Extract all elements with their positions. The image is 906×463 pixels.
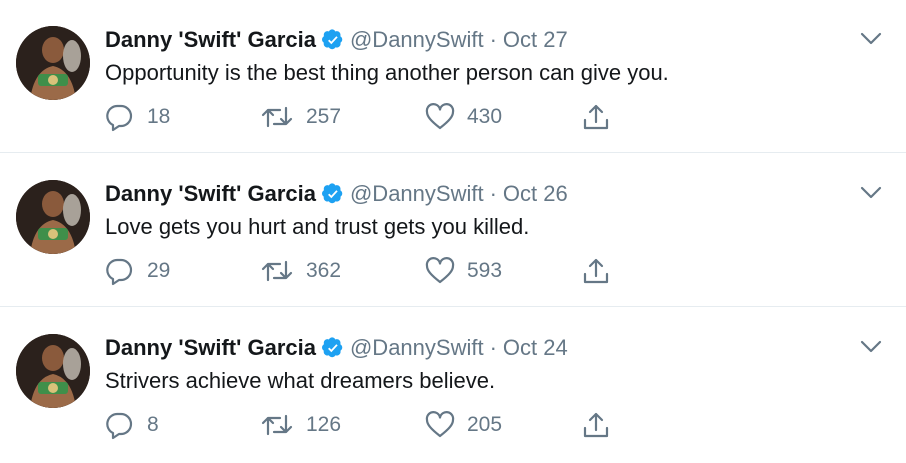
like-count: 430 bbox=[467, 105, 503, 128]
tweet-date[interactable]: Oct 27 bbox=[503, 27, 568, 52]
tweet-text: Strivers achieve what dreamers believe. bbox=[105, 368, 496, 393]
reply-count: 29 bbox=[147, 259, 171, 282]
reply-count: 8 bbox=[147, 413, 159, 436]
like-count: 205 bbox=[467, 413, 503, 436]
separator-dot: · bbox=[489, 27, 497, 52]
like-button[interactable]: 205 bbox=[425, 408, 502, 442]
tweet-text: Love gets you hurt and trust gets you ki… bbox=[105, 214, 530, 239]
retweet-count: 362 bbox=[306, 259, 342, 282]
tweet-date[interactable]: Oct 24 bbox=[503, 335, 568, 360]
tweet-header: Danny 'Swift' Garcia @DannySwift · Oct 27 bbox=[105, 26, 568, 58]
retweet-button[interactable]: 257 bbox=[260, 100, 341, 134]
verified-badge-icon bbox=[321, 337, 344, 366]
share-button[interactable] bbox=[581, 100, 611, 134]
chevron-down-icon[interactable] bbox=[860, 186, 882, 205]
tweet-actions: 18 257 430 bbox=[105, 100, 625, 134]
separator-dot: · bbox=[489, 181, 497, 206]
retweet-button[interactable]: 362 bbox=[260, 254, 341, 288]
reply-button[interactable]: 18 bbox=[105, 100, 170, 134]
retweet-icon bbox=[260, 256, 294, 286]
retweet-icon bbox=[260, 102, 294, 132]
like-count: 593 bbox=[467, 259, 503, 282]
share-icon bbox=[581, 410, 611, 440]
retweet-count: 257 bbox=[306, 105, 342, 128]
tweet[interactable]: Danny 'Swift' Garcia @DannySwift · Oct 24 S… bbox=[0, 308, 906, 463]
tweet-actions: 8 126 205 bbox=[105, 408, 625, 442]
separator-dot: · bbox=[489, 335, 497, 360]
reply-icon bbox=[105, 410, 135, 440]
display-name[interactable]: Danny 'Swift' Garcia bbox=[105, 335, 316, 360]
verified-badge-icon bbox=[321, 183, 344, 212]
tweet[interactable]: Danny 'Swift' Garcia @DannySwift · Oct 27 O… bbox=[0, 0, 906, 153]
chevron-down-icon[interactable] bbox=[860, 340, 882, 359]
avatar[interactable] bbox=[16, 180, 90, 254]
retweet-icon bbox=[260, 410, 294, 440]
retweet-button[interactable]: 126 bbox=[260, 408, 341, 442]
display-name[interactable]: Danny 'Swift' Garcia bbox=[105, 181, 316, 206]
like-icon bbox=[425, 410, 455, 440]
like-button[interactable]: 593 bbox=[425, 254, 502, 288]
user-handle[interactable]: @DannySwift bbox=[350, 27, 484, 52]
share-button[interactable] bbox=[581, 408, 611, 442]
reply-button[interactable]: 8 bbox=[105, 408, 159, 442]
avatar[interactable] bbox=[16, 334, 90, 408]
reply-count: 18 bbox=[147, 105, 171, 128]
verified-badge-icon bbox=[321, 29, 344, 58]
reply-button[interactable]: 29 bbox=[105, 254, 170, 288]
user-handle[interactable]: @DannySwift bbox=[350, 335, 484, 360]
retweet-count: 126 bbox=[306, 413, 342, 436]
share-icon bbox=[581, 256, 611, 286]
display-name[interactable]: Danny 'Swift' Garcia bbox=[105, 27, 316, 52]
tweet[interactable]: Danny 'Swift' Garcia @DannySwift · Oct 26 L… bbox=[0, 154, 906, 307]
tweet-header: Danny 'Swift' Garcia @DannySwift · Oct 24 bbox=[105, 334, 568, 366]
user-handle[interactable]: @DannySwift bbox=[350, 181, 484, 206]
chevron-down-icon[interactable] bbox=[860, 32, 882, 51]
like-button[interactable]: 430 bbox=[425, 100, 502, 134]
avatar[interactable] bbox=[16, 26, 90, 100]
tweet-date[interactable]: Oct 26 bbox=[503, 181, 568, 206]
tweet-header: Danny 'Swift' Garcia @DannySwift · Oct 26 bbox=[105, 180, 568, 212]
reply-icon bbox=[105, 102, 135, 132]
tweet-feed: Danny 'Swift' Garcia @DannySwift · Oct 27 O… bbox=[0, 0, 906, 463]
share-button[interactable] bbox=[581, 254, 611, 288]
tweet-text: Opportunity is the best thing another pe… bbox=[105, 60, 669, 85]
tweet-actions: 29 362 593 bbox=[105, 254, 625, 288]
share-icon bbox=[581, 102, 611, 132]
reply-icon bbox=[105, 256, 135, 286]
like-icon bbox=[425, 102, 455, 132]
like-icon bbox=[425, 256, 455, 286]
